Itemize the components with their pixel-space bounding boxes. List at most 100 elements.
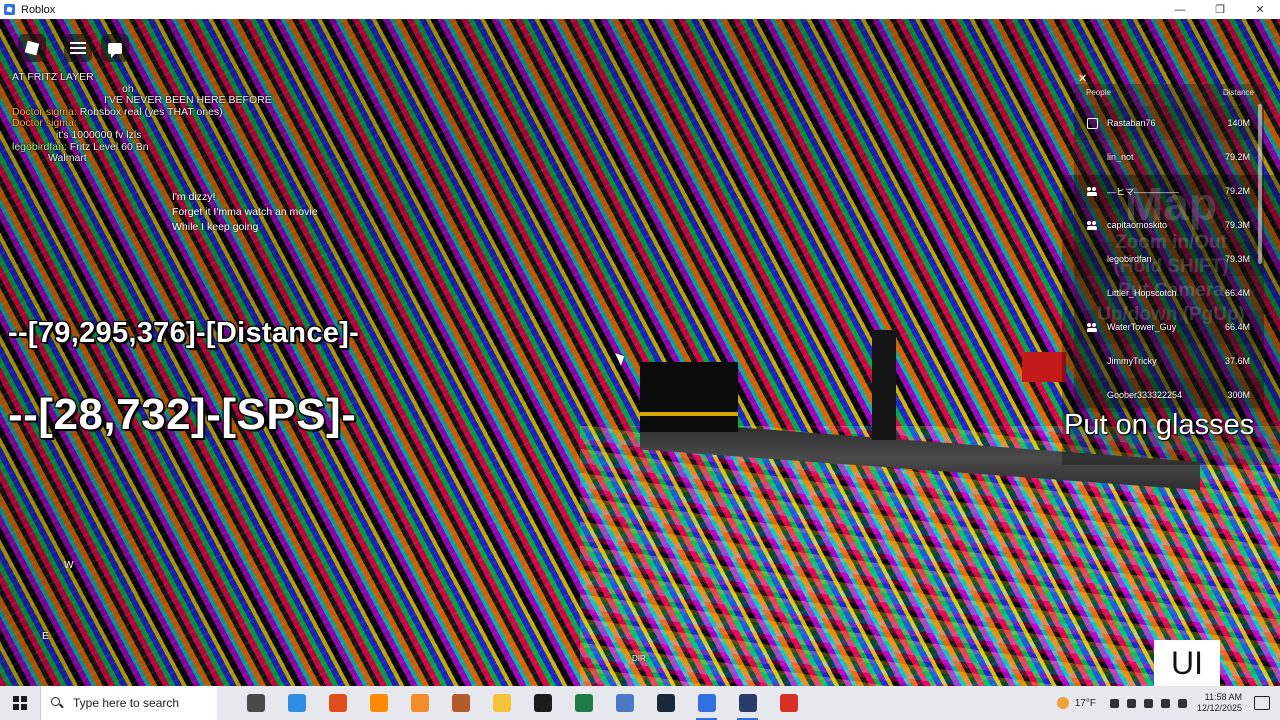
taskbar-app-roblox[interactable]: [686, 686, 727, 720]
playerlist-close-icon[interactable]: ✕: [1078, 72, 1087, 85]
player-distance: 79.2M: [1224, 186, 1250, 196]
chat-text: oh: [122, 82, 134, 95]
network-icon[interactable]: [1126, 698, 1136, 708]
taskbar-app-task-view[interactable]: [235, 686, 276, 720]
tray-icons: [1109, 698, 1187, 708]
player-list-row[interactable]: Littler_Hopscotch 66.4M: [1074, 276, 1264, 310]
chevron-up-icon[interactable]: [1109, 698, 1119, 708]
windows-taskbar: Type here to search 17°F 11:58 AM 12/12/…: [0, 686, 1280, 720]
player-distance: 66.4M: [1224, 322, 1250, 332]
clock-time: 11:58 AM: [1204, 692, 1242, 702]
taskbar-clock[interactable]: 11:58 AM 12/12/2025: [1197, 692, 1242, 714]
taskbar-app-brave[interactable]: [317, 686, 358, 720]
put-on-glasses-label: Put on glasses: [1064, 409, 1255, 441]
player-list-row[interactable]: legobirdfan 79.3M: [1074, 242, 1264, 276]
taskbar-app-notepad[interactable]: [604, 686, 645, 720]
player-list-row[interactable]: WaterTower_Guy 66.4M: [1074, 310, 1264, 344]
search-placeholder: Type here to search: [73, 696, 180, 710]
chat-text: Fritz Level 60 Bn: [69, 140, 149, 153]
taskbar-app-steam[interactable]: [645, 686, 686, 720]
friend-icon: [1087, 186, 1097, 196]
player-status-slot: [1084, 220, 1100, 230]
game-block: [640, 362, 738, 432]
taskbar-app-roblox-studio[interactable]: [440, 686, 481, 720]
weather-sun-icon: [1056, 697, 1069, 709]
file-explorer-icon: [492, 694, 511, 712]
player-distance: 79.2M: [1224, 152, 1250, 162]
player-list-header-distance: Distance: [1222, 88, 1254, 97]
game-red-part: [1022, 352, 1066, 382]
minimize-button[interactable]: —: [1160, 0, 1200, 19]
hamburger-menu-icon[interactable]: [64, 34, 92, 62]
player-list-row[interactable]: —ヒマ————— 79.2M: [1074, 174, 1264, 208]
player-status-slot: [1084, 117, 1100, 129]
player-list-row[interactable]: Goober333322254 300M: [1074, 378, 1264, 412]
chat-text: it's 1000000 fv lzls: [56, 128, 142, 141]
window-title-bar: Roblox — ❐ ✕: [0, 0, 1280, 19]
player-status-slot: [1084, 186, 1100, 196]
restore-button[interactable]: ❐: [1200, 0, 1240, 19]
roblox-menu-icon[interactable]: [18, 34, 46, 62]
taskbar-app-edge[interactable]: [276, 686, 317, 720]
chat-message: Walmart: [12, 152, 312, 165]
weather-widget[interactable]: 17°F: [1056, 697, 1096, 709]
chat-author: Doctor sigma:: [12, 105, 77, 118]
player-list-header-people: People: [1086, 88, 1111, 97]
taskbar-app-file-explorer[interactable]: [481, 686, 522, 720]
taskbar-app-roblox-player[interactable]: [727, 686, 768, 720]
player-list-row[interactable]: capitaomoskito 79.3M: [1074, 208, 1264, 242]
bubble-line: I'm dizzy!: [172, 191, 216, 203]
chat-text: I'VE NEVER BEEN HERE BEFORE: [104, 94, 272, 107]
chat-text: Walmart: [48, 152, 87, 165]
blender-icon: [410, 694, 429, 712]
player-distance: 140M: [1227, 118, 1250, 128]
player-list-scrollbar[interactable]: [1258, 104, 1262, 264]
player-distance: 79.3M: [1224, 254, 1250, 264]
taskbar-search-box[interactable]: Type here to search: [40, 686, 217, 720]
friend-icon: [1087, 220, 1097, 230]
player-list-header: People Distance: [1074, 84, 1264, 106]
player-list-row[interactable]: lin_not 79.2M: [1074, 140, 1264, 174]
player-name: lin_not: [1107, 152, 1134, 162]
chat-text: Robsbox real (yes THAT ones): [79, 105, 223, 118]
distance-counter: --[79,295,376]-[Distance]-: [8, 317, 360, 349]
player-distance: 37.6M: [1224, 356, 1250, 366]
chrome-icon: [779, 694, 798, 712]
player-distance: 79.3M: [1224, 220, 1250, 230]
notepad-icon: [615, 694, 634, 712]
taskbar-app-terminal[interactable]: [522, 686, 563, 720]
brave-icon: [328, 694, 347, 712]
bubble-line: Forget it I'mma watch an movie: [172, 206, 318, 218]
key-hint-e: E: [42, 631, 49, 642]
player-name: JimmyTricky: [1107, 356, 1157, 366]
taskbar-app-excel[interactable]: [563, 686, 604, 720]
search-icon: [51, 697, 63, 709]
player-status-slot: [1084, 322, 1100, 332]
taskbar-app-chrome[interactable]: [768, 686, 809, 720]
roblox-player-icon: [738, 694, 757, 712]
game-pole: [872, 330, 896, 440]
roblox-app-icon: [4, 4, 15, 15]
battery-icon[interactable]: [1160, 698, 1170, 708]
start-button[interactable]: [0, 686, 40, 720]
key-hint-w: W: [64, 560, 74, 571]
ui-toggle-button[interactable]: UI: [1154, 640, 1220, 686]
key-hint-dir: DIR: [632, 654, 646, 663]
excel-icon: [574, 694, 593, 712]
firefox-icon: [369, 694, 388, 712]
volume-icon[interactable]: [1143, 698, 1153, 708]
window-title: Roblox: [21, 3, 56, 16]
player-name: Rastaban76: [1107, 118, 1156, 128]
notifications-icon[interactable]: [1254, 696, 1270, 710]
taskbar-app-firefox[interactable]: [358, 686, 399, 720]
close-button[interactable]: ✕: [1240, 0, 1280, 19]
windows-logo-icon: [13, 696, 27, 710]
chat-text: AT FRITZ LAYER: [12, 71, 94, 83]
player-distance: 66.4M: [1224, 288, 1250, 298]
player-list: People Distance Rastaban76 140M lin_not 79.…: [1074, 84, 1264, 412]
player-list-row[interactable]: JimmyTricky 37.6M: [1074, 344, 1264, 378]
player-list-row[interactable]: Rastaban76 140M: [1074, 106, 1264, 140]
pen-icon[interactable]: [1177, 698, 1187, 708]
chat-toggle-icon[interactable]: [101, 34, 129, 62]
taskbar-app-blender[interactable]: [399, 686, 440, 720]
